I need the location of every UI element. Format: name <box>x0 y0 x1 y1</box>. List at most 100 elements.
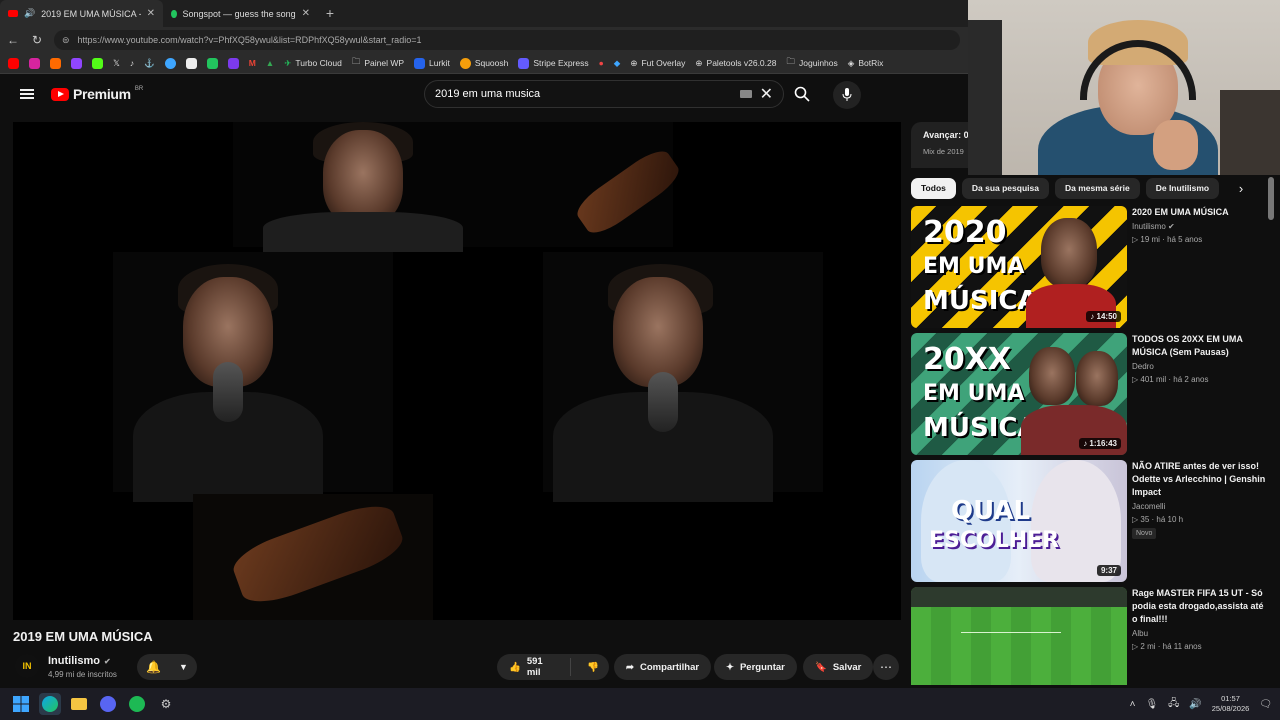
bookmark-paletools[interactable]: ⊕ Paletools v26.0.28 <box>695 58 776 69</box>
sidebar-scrollbar[interactable] <box>1268 177 1274 220</box>
chip-da-mesma-serie[interactable]: Da mesma série <box>1054 177 1140 199</box>
x-bookmark-icon[interactable]: 𝕏 <box>113 58 120 69</box>
notification-icon[interactable]: 🗨 <box>1259 699 1272 710</box>
chevron-right-icon[interactable]: › <box>1231 177 1251 199</box>
search-input[interactable]: 2019 em uma musica ✕ <box>424 80 784 108</box>
list-item[interactable]: 20XX EM UMA MÚSICA ♪ 1:16:43 TODOS OS 20… <box>911 333 1266 455</box>
drive-bookmark-icon[interactable]: ▲ <box>266 58 274 68</box>
bookmark-turbo-cloud[interactable]: ✈ Turbo Cloud <box>284 58 342 69</box>
bookmark-icon[interactable] <box>164 57 176 69</box>
microphone-icon <box>842 88 852 101</box>
channel-name: Dedro <box>1132 362 1154 371</box>
video-panel-bottom <box>193 494 433 620</box>
reload-icon[interactable]: ↻ <box>30 33 44 47</box>
video-meta: ▷ 19 mi · há 5 anos <box>1132 235 1203 244</box>
dislike-button[interactable]: 👎 <box>577 662 609 673</box>
notification-bell-button[interactable]: 🔔 ▼ <box>137 654 197 680</box>
bookmark-lurkit[interactable]: Lurkit <box>414 57 450 69</box>
ask-button[interactable]: ✦ Perguntar <box>714 654 797 680</box>
sparkle-icon: ✦ <box>726 661 734 673</box>
youtube-premium-logo[interactable]: Premium BR <box>51 86 143 102</box>
volume-icon[interactable]: 🔊 <box>1189 699 1201 710</box>
system-tray: ˄ 🎙 🖧 🔊 01:57 25/08/2026 🗨 <box>1130 688 1280 720</box>
video-player[interactable] <box>13 122 901 620</box>
bookmark-icon[interactable] <box>206 57 218 69</box>
tab-songspot[interactable]: Songspot — guess the song ✕ <box>163 0 318 27</box>
video-thumbnail[interactable]: 2020 EM UMA MÚSICA ♪ 14:50 <box>911 206 1127 328</box>
spotify-icon[interactable] <box>126 693 148 715</box>
like-button[interactable]: 👍 591 mil <box>497 656 572 678</box>
video-thumbnail[interactable]: 20XX EM UMA MÚSICA ♪ 1:16:43 <box>911 333 1127 455</box>
gmail-bookmark-icon[interactable]: M <box>249 58 256 68</box>
bookmark-icon[interactable] <box>50 57 61 69</box>
microphone-icon[interactable]: 🎙 <box>1145 699 1158 710</box>
list-item[interactable]: 2020 EM UMA MÚSICA ♪ 14:50 2020 EM UMA M… <box>911 206 1266 328</box>
instagram-bookmark-icon[interactable] <box>29 57 40 69</box>
share-button[interactable]: ➦ Compartilhar <box>614 654 712 680</box>
bookmark-fut-overlay[interactable]: ⊕ Fut Overlay <box>630 58 685 69</box>
chip-da-sua-pesquisa[interactable]: Da sua pesquisa <box>961 177 1049 199</box>
tab-youtube[interactable]: 🔊 2019 EM UMA MÚSICA - YouT ✕ <box>0 0 163 27</box>
bell-icon: 🔔 <box>146 660 161 674</box>
list-item[interactable]: Rage MASTER FIFA 15 UT - Só podia esta d… <box>911 587 1266 685</box>
app-icon[interactable]: ⚙ <box>155 693 177 715</box>
filter-chips: Todos Da sua pesquisa Da mesma série De … <box>911 177 1271 199</box>
bookmark-stripe-express[interactable]: Stripe Express <box>518 57 589 69</box>
channel-name[interactable]: Inutilismo ✔ <box>48 655 111 667</box>
chip-de-inutilismo[interactable]: De Inutilismo <box>1145 177 1220 199</box>
short-icon: ♪ <box>1083 439 1088 448</box>
url-input[interactable]: ⊜ https://www.youtube.com/watch?v=PhfXQ5… <box>54 30 960 50</box>
keyboard-icon[interactable] <box>739 90 752 98</box>
clock[interactable]: 01:57 25/08/2026 <box>1212 694 1250 714</box>
bookmark-joguinhos[interactable]: 🗀 Joguinhos <box>786 56 837 70</box>
new-tab-icon[interactable]: + <box>318 0 342 27</box>
video-meta: ▷ 2 mi · há 11 anos <box>1132 642 1202 651</box>
bookmark-squoosh[interactable]: Squoosh <box>459 57 508 69</box>
short-icon: ♪ <box>1090 312 1095 321</box>
file-explorer-icon[interactable] <box>68 693 90 715</box>
play-icon: ▷ <box>1132 375 1139 384</box>
verified-icon: ✔ <box>1168 222 1175 231</box>
bookmark-icon[interactable] <box>227 57 239 69</box>
chevron-up-icon[interactable]: ˄ <box>1130 699 1136 710</box>
songspot-favicon-icon <box>171 9 177 18</box>
channel-avatar[interactable]: IN <box>15 654 39 678</box>
map-pin-icon[interactable]: ● <box>599 58 604 68</box>
hamburger-menu-icon[interactable] <box>20 87 34 101</box>
bookmark-painel-wp[interactable]: 🗀 Painel WP <box>352 56 404 70</box>
kick-bookmark-icon[interactable] <box>92 57 103 69</box>
bookmarks-bar: 𝕏 ♪ ⚓ M ▲ ✈ Turbo Cloud 🗀 Painel WP Lurkit… <box>0 53 968 74</box>
chip-todos[interactable]: Todos <box>911 177 956 199</box>
close-tab-icon[interactable]: ✕ <box>147 8 155 19</box>
youtube-favicon-icon <box>8 10 18 17</box>
anchor-bookmark-icon[interactable]: ⚓ <box>144 58 155 69</box>
tiktok-bookmark-icon[interactable]: ♪ <box>130 58 134 68</box>
video-thumbnail[interactable] <box>911 587 1127 685</box>
browser-tab-bar: 🔊 2019 EM UMA MÚSICA - YouT ✕ Songspot —… <box>0 0 968 27</box>
twitch-bookmark-icon[interactable] <box>71 57 82 69</box>
edge-browser-icon[interactable] <box>39 693 61 715</box>
bookmark-icon[interactable] <box>185 57 197 69</box>
site-info-icon[interactable]: ⊜ <box>62 35 70 46</box>
search-button[interactable] <box>784 80 820 108</box>
more-options-icon[interactable]: ⋯ <box>873 654 899 680</box>
back-arrow-icon[interactable]: ← <box>6 33 20 47</box>
video-title: NÃO ATIRE antes de ver isso! Odette vs A… <box>1132 461 1266 497</box>
mix-playlist-panel[interactable]: Avançar: 0 Mix de 2019 <box>911 122 969 168</box>
list-item[interactable]: QUAL ESCOLHER 9:37 NÃO ATIRE antes de ve… <box>911 460 1266 582</box>
windows-start-icon[interactable] <box>10 693 32 715</box>
discord-icon[interactable] <box>97 693 119 715</box>
video-thumbnail[interactable]: QUAL ESCOLHER 9:37 <box>911 460 1127 582</box>
voice-search-button[interactable] <box>833 81 861 109</box>
save-button[interactable]: 🔖 Salvar <box>803 654 874 680</box>
channel-name: Albu <box>1132 629 1149 638</box>
close-tab-icon[interactable]: ✕ <box>302 8 310 19</box>
youtube-bookmark-icon[interactable] <box>8 57 19 69</box>
speaker-icon[interactable]: 🔊 <box>24 8 35 19</box>
bookmark-botrix[interactable]: ◈ BotRix <box>848 58 884 69</box>
share-icon: ➦ <box>626 661 634 673</box>
bookmark-icon[interactable]: ◆ <box>614 58 621 69</box>
subscriber-count: 4,99 mi de inscritos <box>48 670 117 679</box>
network-icon[interactable]: 🖧 <box>1168 696 1179 713</box>
clear-search-icon[interactable]: ✕ <box>760 84 773 104</box>
